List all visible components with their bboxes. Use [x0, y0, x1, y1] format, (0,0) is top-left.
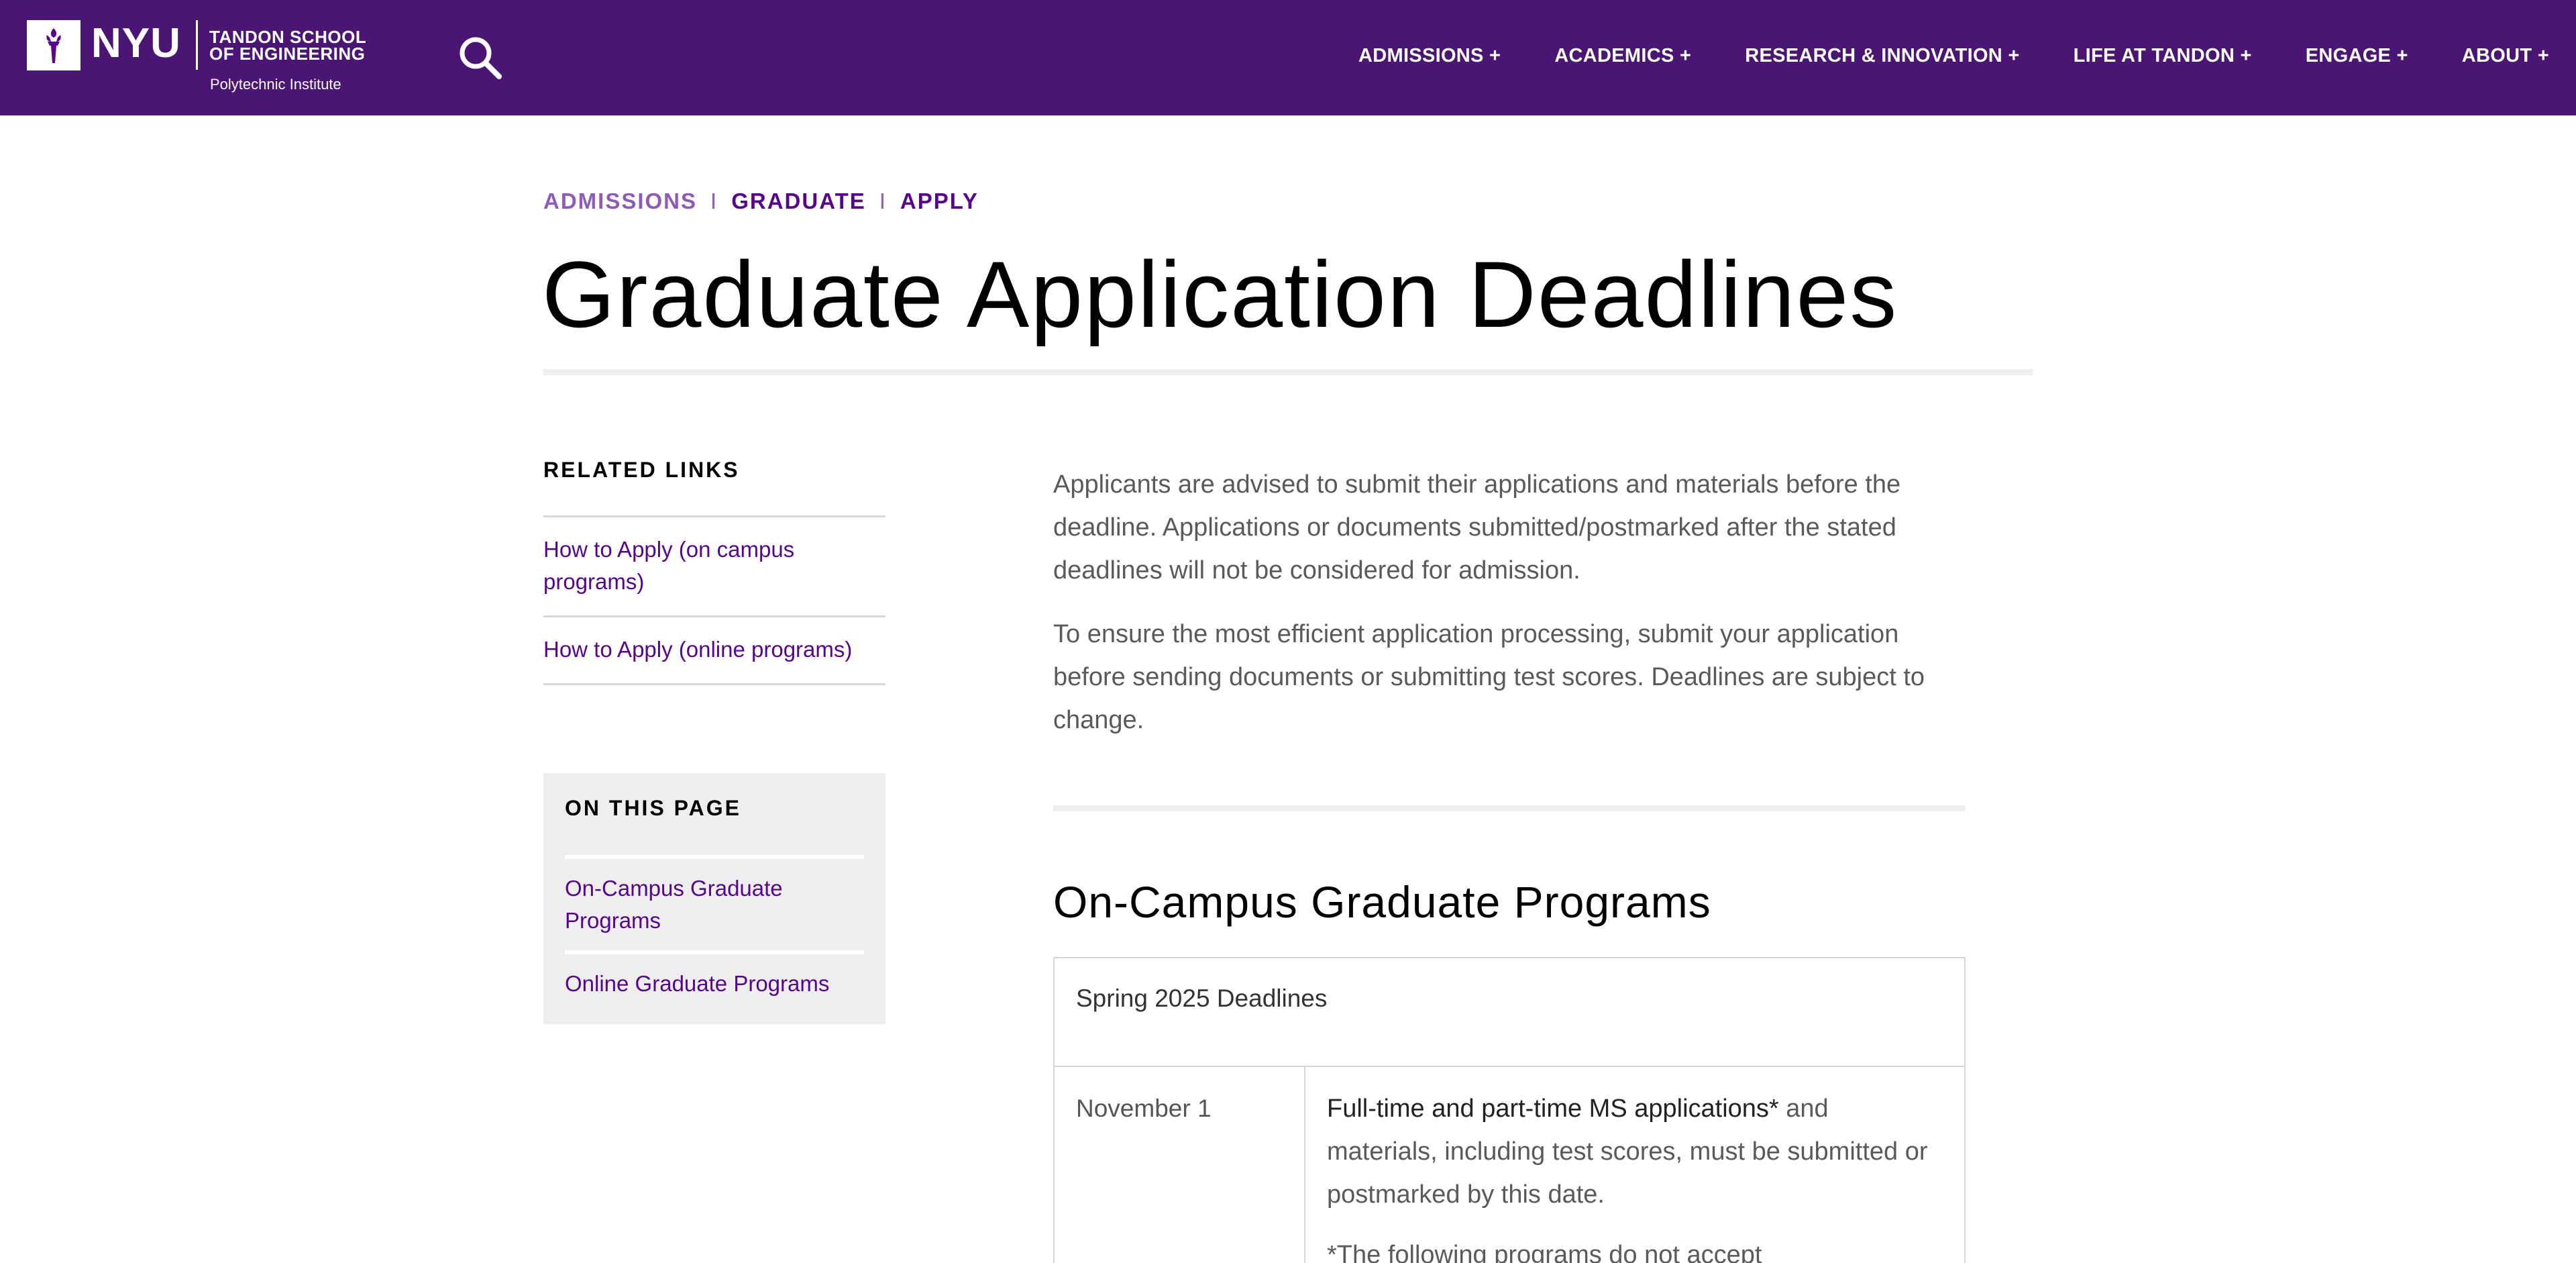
- table-row: November 1 Full-time and part-time MS ap…: [1055, 1067, 1964, 1263]
- main-nav: ADMISSIONS + ACADEMICS + RESEARCH & INNO…: [1305, 39, 2549, 72]
- breadcrumb-graduate[interactable]: GRADUATE: [731, 189, 866, 213]
- breadcrumb-admissions[interactable]: ADMISSIONS: [543, 189, 697, 213]
- nyu-torch-logo[interactable]: [27, 20, 80, 70]
- on-this-page-link-on-campus[interactable]: On-Campus Graduate Programs: [565, 859, 864, 950]
- table-cell-description: Full-time and part-time MS applications*…: [1305, 1067, 1964, 1263]
- title-divider: [543, 369, 2033, 375]
- school-subtitle: Polytechnic Institute: [210, 76, 341, 93]
- intro-paragraph-1: Applicants are advised to submit their a…: [1053, 470, 1901, 585]
- table-cell-date: November 1: [1055, 1067, 1305, 1263]
- deadline-description: Full-time and part-time MS applications*…: [1327, 1087, 1943, 1216]
- nyu-wordmark[interactable]: NYU: [91, 19, 181, 68]
- related-link-apply-online[interactable]: How to Apply (online programs): [543, 617, 885, 683]
- content-divider: [1053, 805, 1966, 811]
- nav-research-innovation[interactable]: RESEARCH & INNOVATION +: [1745, 39, 2019, 72]
- school-name[interactable]: TANDON SCHOOL OF ENGINEERING: [209, 28, 366, 64]
- table-caption: Spring 2025 Deadlines: [1055, 958, 1964, 1067]
- breadcrumb: ADMISSIONS I GRADUATE I APPLY: [543, 187, 979, 216]
- related-link-apply-on-campus[interactable]: How to Apply (on campus programs): [543, 517, 885, 615]
- related-links-list: How to Apply (on campus programs) How to…: [543, 515, 885, 685]
- on-this-page-link-online[interactable]: Online Graduate Programs: [565, 954, 864, 1013]
- nav-life-at-tandon[interactable]: LIFE AT TANDON +: [2074, 39, 2252, 72]
- nav-admissions[interactable]: ADMISSIONS +: [1358, 39, 1501, 72]
- on-this-page-box: ON THIS PAGE On-Campus Graduate Programs…: [543, 773, 885, 1024]
- breadcrumb-apply[interactable]: APPLY: [900, 189, 979, 213]
- deadline-note: *The following programs do not accept: [1327, 1241, 1762, 1263]
- nav-engage[interactable]: ENGAGE +: [2306, 39, 2408, 72]
- breadcrumb-separator: I: [879, 189, 887, 213]
- nav-academics[interactable]: ACADEMICS +: [1554, 39, 1691, 72]
- page-title: Graduate Application Deadlines: [542, 242, 1898, 347]
- nav-about[interactable]: ABOUT +: [2462, 39, 2549, 72]
- torch-icon: [46, 28, 61, 63]
- on-this-page-heading: ON THIS PAGE: [565, 796, 741, 820]
- search-icon: [460, 37, 502, 79]
- school-name-line2: OF ENGINEERING: [209, 44, 366, 64]
- deadlines-table: Spring 2025 Deadlines November 1 Full-ti…: [1053, 957, 1966, 1263]
- related-links-heading: RELATED LINKS: [543, 458, 740, 482]
- logo-divider: [196, 20, 198, 70]
- intro-paragraph-2: To ensure the most efficient application…: [1053, 620, 1925, 734]
- section-title-on-campus: On-Campus Graduate Programs: [1053, 877, 1711, 927]
- page: NYU TANDON SCHOOL OF ENGINEERING Polytec…: [0, 0, 2576, 1263]
- search-button[interactable]: [456, 34, 506, 83]
- breadcrumb-separator: I: [710, 189, 718, 213]
- divider: [543, 683, 885, 685]
- deadline-description-emphasis: Full-time and part-time MS applications*: [1327, 1095, 1779, 1123]
- site-header: NYU TANDON SCHOOL OF ENGINEERING Polytec…: [0, 0, 2576, 115]
